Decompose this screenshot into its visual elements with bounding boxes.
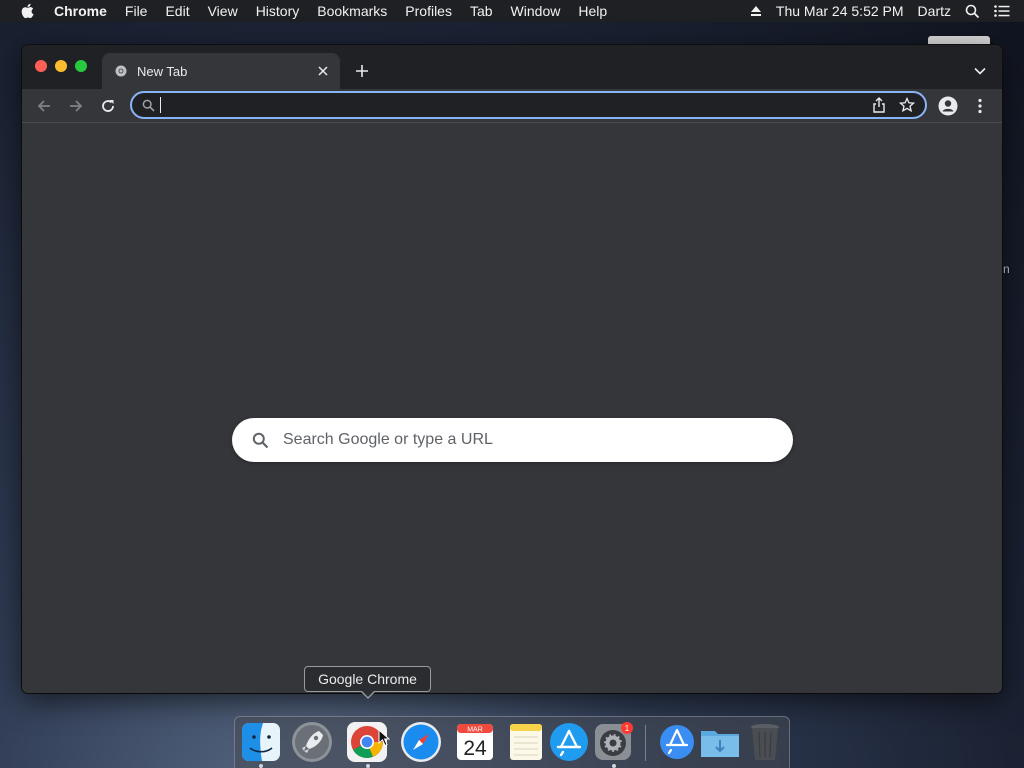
tooltip-arrow-fill (361, 690, 375, 697)
tab-search-button[interactable] (970, 61, 990, 81)
dock-tooltip: Google Chrome (304, 666, 431, 692)
reload-icon (102, 100, 114, 112)
downloads-folder-icon (701, 731, 739, 757)
tab-strip: New Tab (22, 45, 1002, 89)
window-close-button[interactable] (35, 60, 47, 72)
search-icon (140, 97, 156, 113)
menu-tab[interactable]: Tab (461, 0, 502, 22)
menu-bar: Chrome File Edit View History Bookmarks … (0, 0, 1024, 22)
search-icon (250, 430, 270, 450)
dock-app-store-stack[interactable] (656, 721, 698, 763)
kebab-menu-icon (978, 98, 982, 114)
dock-launchpad[interactable] (291, 721, 333, 763)
reload-button[interactable] (96, 94, 120, 118)
dock-system-preferences[interactable]: 1 (592, 721, 634, 763)
dock-downloads-folder[interactable] (699, 721, 741, 763)
arrow-left-icon (37, 100, 50, 112)
ntp-search-placeholder: Search Google or type a URL (283, 431, 493, 448)
dock-notes[interactable] (505, 721, 547, 763)
dock-finder[interactable] (240, 721, 282, 763)
calendar-month-label: MAR (467, 727, 483, 734)
menu-view[interactable]: View (199, 0, 247, 22)
menu-profiles[interactable]: Profiles (396, 0, 461, 22)
chevron-down-icon (974, 67, 986, 75)
new-tab-button[interactable] (352, 61, 372, 81)
menu-file[interactable]: File (116, 0, 157, 22)
menubar-clock[interactable]: Thu Mar 24 5:52 PM (776, 3, 904, 19)
apple-menu-icon[interactable] (18, 2, 36, 20)
text-cursor (160, 97, 161, 113)
menu-app-chrome[interactable]: Chrome (50, 0, 116, 22)
share-button[interactable] (865, 94, 893, 116)
tab-new-tab[interactable]: New Tab (102, 53, 340, 89)
address-bar[interactable] (130, 91, 927, 119)
spotlight-search-icon[interactable] (965, 4, 980, 19)
dock-safari[interactable] (400, 721, 442, 763)
arrow-right-icon (70, 100, 83, 112)
address-input[interactable] (169, 94, 865, 116)
back-button[interactable] (32, 94, 56, 118)
menu-help[interactable]: Help (569, 0, 616, 22)
profile-button[interactable] (936, 94, 960, 118)
new-tab-page: Search Google or type a URL (22, 124, 1002, 693)
background-window-text: n (1003, 262, 1010, 276)
window-minimize-button[interactable] (55, 60, 67, 72)
calendar-icon: MAR 24 (457, 724, 493, 760)
chrome-window: New Tab Search Google or type a URL (22, 45, 1002, 693)
notification-badge: 1 (625, 724, 630, 733)
dock-separator (645, 725, 646, 761)
dock-trash[interactable] (744, 721, 786, 763)
notification-center-icon[interactable] (994, 5, 1010, 17)
trash-icon (751, 724, 779, 760)
browser-toolbar (22, 89, 1002, 123)
calendar-day-label: 24 (463, 737, 487, 760)
dock-running-indicator (366, 764, 370, 768)
star-icon (899, 97, 915, 113)
dock-app-store[interactable] (548, 721, 590, 763)
system-preferences-icon: 1 (595, 722, 633, 760)
menu-bookmarks[interactable]: Bookmarks (308, 0, 396, 22)
menubar-user[interactable]: Dartz (918, 3, 951, 19)
app-store-icon (550, 723, 588, 761)
finder-icon (242, 723, 280, 761)
launchpad-icon (292, 722, 332, 762)
tab-title: New Tab (137, 63, 188, 79)
menubar-status-area: Thu Mar 24 5:52 PM Dartz (750, 0, 1024, 22)
menu-edit[interactable]: Edit (156, 0, 198, 22)
safari-icon (401, 722, 441, 762)
chrome-favicon-icon (115, 65, 127, 77)
menu-button[interactable] (968, 94, 992, 118)
avatar-icon (938, 96, 958, 116)
bookmark-star-button[interactable] (893, 94, 921, 116)
window-zoom-button[interactable] (75, 60, 87, 72)
dock: MAR 24 1 (234, 716, 790, 768)
menu-history[interactable]: History (247, 0, 309, 22)
plus-icon (356, 65, 368, 77)
share-icon (873, 97, 885, 113)
dock-running-indicator (259, 764, 263, 768)
mouse-pointer-icon (378, 728, 391, 747)
dock-running-indicator (612, 764, 616, 768)
app-store-download-icon (660, 725, 694, 759)
notes-icon (510, 724, 542, 760)
ntp-search-box[interactable]: Search Google or type a URL (232, 418, 793, 462)
tab-close-icon[interactable] (314, 62, 332, 80)
menu-window[interactable]: Window (502, 0, 570, 22)
eject-icon[interactable] (750, 5, 762, 17)
forward-button[interactable] (64, 94, 88, 118)
dock-calendar[interactable]: MAR 24 (454, 721, 496, 763)
